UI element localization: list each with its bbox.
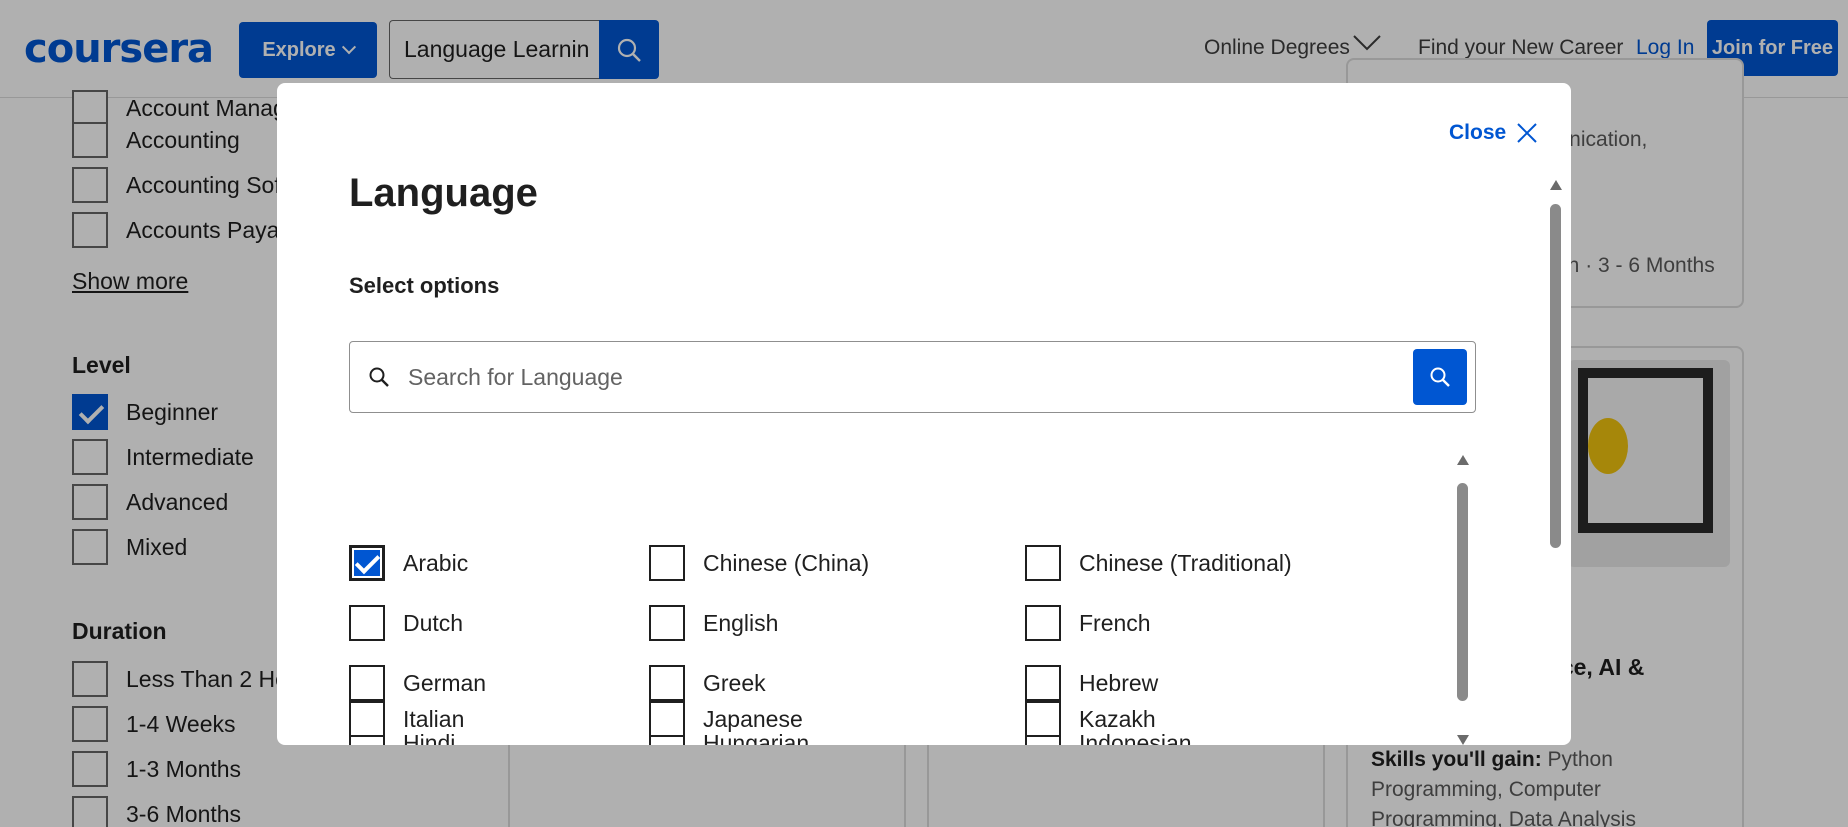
modal-subtitle: Select options [349, 273, 500, 298]
option-checkbox-checked[interactable] [349, 545, 385, 581]
option-checkbox[interactable] [349, 701, 385, 737]
option-checkbox[interactable] [649, 665, 685, 701]
language-option-french[interactable]: French [1025, 605, 1151, 641]
option-label: Kazakh [1079, 705, 1156, 732]
close-label: Close [1449, 121, 1507, 144]
scroll-up-arrow-icon[interactable] [1457, 455, 1469, 465]
option-label: Italian [403, 705, 465, 732]
close-button[interactable]: Close [1449, 121, 1538, 145]
option-label: French [1079, 609, 1151, 636]
language-search-field [349, 341, 1476, 413]
scrollbar-thumb[interactable] [1457, 483, 1468, 701]
scrollbar-thumb[interactable] [1550, 204, 1561, 548]
option-label: Hebrew [1079, 669, 1159, 696]
option-checkbox[interactable] [349, 605, 385, 641]
language-search-button[interactable] [1413, 349, 1467, 405]
options-scrollbar[interactable] [1455, 455, 1471, 745]
language-option-italian[interactable]: Italian [349, 701, 464, 737]
option-label: Arabic [403, 549, 469, 576]
scroll-down-arrow-icon[interactable] [1457, 735, 1469, 745]
option-label: Chinese (Traditional) [1079, 549, 1292, 576]
search-icon [369, 367, 389, 387]
option-checkbox[interactable] [1025, 605, 1061, 641]
option-label: Dutch [403, 609, 464, 636]
language-option-japanese[interactable]: Japanese [649, 701, 803, 737]
modal-scrollbar[interactable] [1548, 180, 1564, 742]
modal-title: Language [349, 171, 538, 215]
option-checkbox[interactable] [1025, 545, 1061, 581]
option-checkbox[interactable] [1025, 665, 1061, 701]
language-option-kazakh[interactable]: Kazakh [1025, 701, 1156, 737]
search-icon [1430, 367, 1450, 387]
option-checkbox[interactable] [349, 665, 385, 701]
language-option-hebrew[interactable]: Hebrew [1025, 665, 1158, 701]
option-checkbox[interactable] [649, 701, 685, 737]
option-label: Chinese (China) [703, 549, 870, 576]
language-option-dutch[interactable]: Dutch [349, 605, 463, 641]
option-label: German [403, 669, 487, 696]
language-search-input[interactable] [408, 356, 1398, 398]
option-label: Greek [703, 669, 766, 696]
language-option-english[interactable]: English [649, 605, 778, 641]
language-option-german[interactable]: German [349, 665, 486, 701]
language-option-chinese-china[interactable]: Chinese (China) [649, 545, 869, 581]
close-icon [1517, 123, 1537, 143]
option-checkbox[interactable] [1025, 701, 1061, 737]
language-filter-modal: Close Language Select options Arabic Chi [277, 83, 1571, 745]
option-checkbox[interactable] [649, 605, 685, 641]
scroll-up-arrow-icon[interactable] [1550, 180, 1562, 190]
option-checkbox[interactable] [649, 545, 685, 581]
language-option-greek[interactable]: Greek [649, 665, 766, 701]
language-options-list: Arabic Chinese (China) Chinese (Traditio… [349, 453, 1476, 745]
language-option-arabic[interactable]: Arabic [349, 545, 468, 581]
option-label: English [703, 609, 779, 636]
language-option-chinese-traditional[interactable]: Chinese (Traditional) [1025, 545, 1292, 581]
option-label: Japanese [703, 705, 803, 732]
